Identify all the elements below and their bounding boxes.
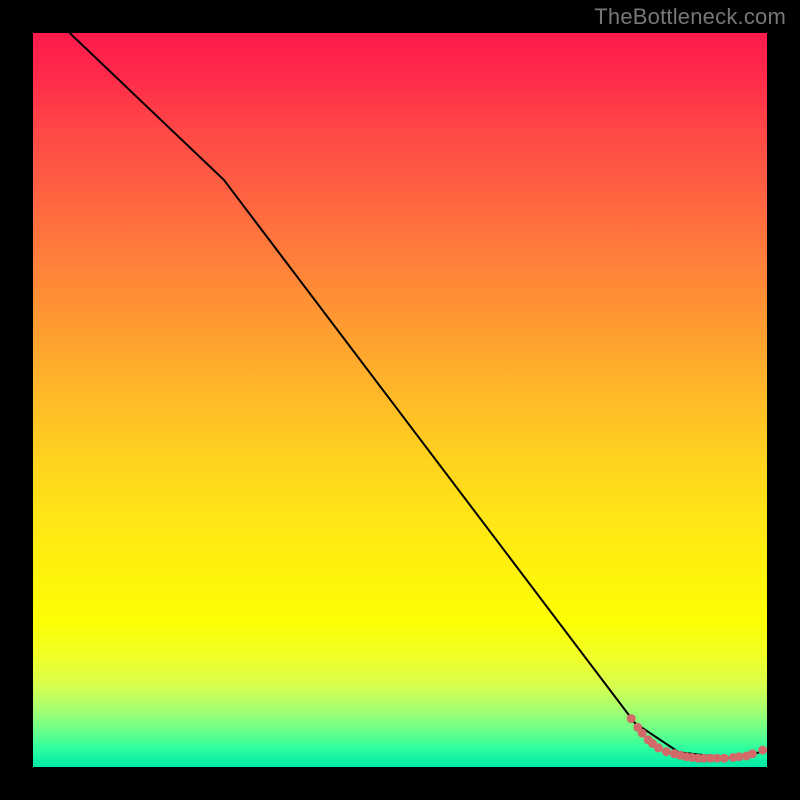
chart-dot <box>662 747 671 756</box>
chart-plot-area <box>33 33 767 767</box>
chart-svg <box>33 33 767 767</box>
chart-dot <box>748 749 757 758</box>
chart-dot <box>758 746 767 755</box>
chart-dot <box>627 714 636 723</box>
chart-dot <box>654 743 663 752</box>
attribution-text: TheBottleneck.com <box>594 4 786 30</box>
chart-curve <box>70 33 767 758</box>
chart-dots-group <box>627 714 767 763</box>
chart-dot <box>720 754 729 763</box>
